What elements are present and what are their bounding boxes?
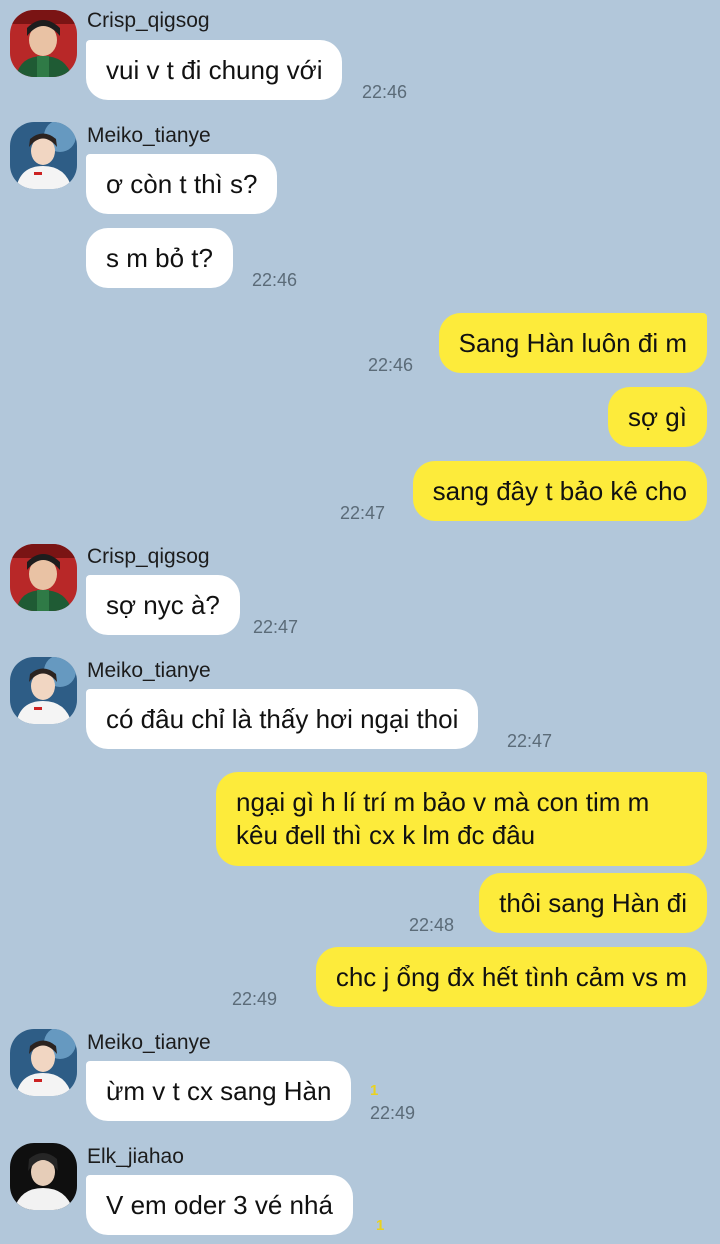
message-bubble[interactable]: sợ nyc à?: [86, 575, 240, 635]
message-bubble[interactable]: sợ gì: [608, 387, 707, 447]
meiko-avatar-icon: [10, 657, 77, 724]
message-time: 22:47: [507, 731, 553, 751]
message-time: 22:46: [368, 355, 414, 375]
avatar-elk[interactable]: [10, 1143, 77, 1210]
message-time: 22:48: [409, 915, 455, 935]
message-bubble[interactable]: ừm v t cx sang Hàn: [86, 1061, 352, 1121]
elk-avatar-icon: [10, 1143, 77, 1210]
avatar-meiko[interactable]: [10, 1029, 77, 1096]
sender-name: Meiko_tianye: [87, 1031, 211, 1054]
sender-name: Crisp_qigsog: [87, 545, 210, 568]
sender-name: Meiko_tianye: [87, 659, 211, 682]
meiko-avatar-icon: [10, 122, 77, 189]
message-bubble[interactable]: Sang Hàn luôn đi m: [438, 313, 707, 373]
message-time: 22:46: [362, 82, 408, 102]
unread-count: 1: [370, 1082, 379, 1099]
sender-name: Elk_jiahao: [87, 1145, 184, 1168]
message-time: 22:47: [253, 617, 299, 637]
message-bubble[interactable]: s m bỏ t?: [86, 228, 233, 288]
message-bubble[interactable]: chc j ổng đx hết tình cảm vs m: [315, 947, 707, 1007]
sender-name: Meiko_tianye: [87, 124, 211, 147]
crisp-avatar-icon: [10, 10, 77, 77]
message-bubble[interactable]: sang đây t bảo kê cho: [412, 461, 707, 521]
avatar-meiko[interactable]: [10, 657, 77, 724]
message-time: 22:46: [252, 270, 298, 290]
message-bubble[interactable]: ngại gì h lí trí m bảo v mà con tim m kê…: [216, 772, 707, 866]
message-bubble[interactable]: V em oder 3 vé nhá: [86, 1175, 353, 1235]
crisp-avatar-icon: [10, 544, 77, 611]
message-time: 22:49: [232, 989, 278, 1009]
message-time: 22:49: [370, 1103, 416, 1123]
avatar-crisp[interactable]: [10, 10, 77, 77]
unread-count: 1: [376, 1217, 385, 1234]
message-bubble[interactable]: vui v t đi chung với: [86, 40, 343, 100]
avatar-crisp[interactable]: [10, 544, 77, 611]
message-bubble[interactable]: ơ còn t thì s?: [86, 154, 278, 214]
message-bubble[interactable]: thôi sang Hàn đi: [479, 873, 707, 933]
avatar-meiko[interactable]: [10, 122, 77, 189]
message-bubble[interactable]: có đâu chỉ là thấy hơi ngại thoi: [86, 689, 479, 749]
message-time: 22:47: [340, 503, 386, 523]
sender-name: Crisp_qigsog: [87, 9, 210, 32]
meiko-avatar-icon: [10, 1029, 77, 1096]
